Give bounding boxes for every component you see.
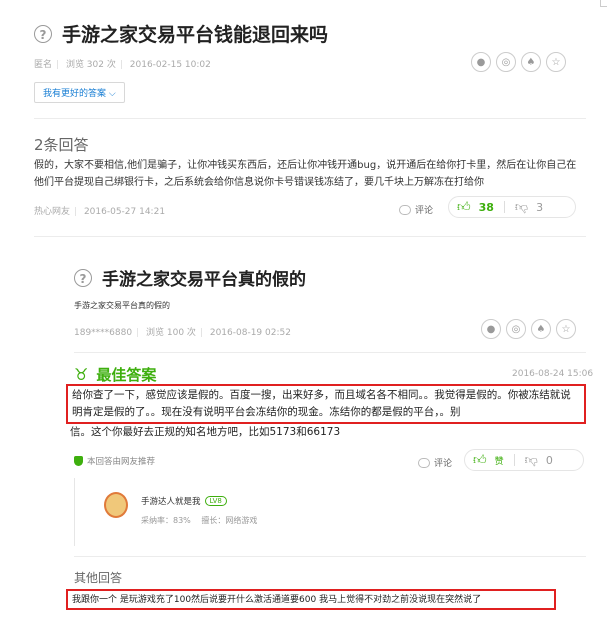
divider [74, 352, 586, 353]
answerer-rate: 采纳率：83% [141, 516, 191, 525]
answerer-card [74, 478, 587, 546]
comment-icon [418, 457, 430, 468]
share-buttons-2: ● ◎ ♠ ☆ [476, 319, 576, 339]
question2-title: 手游之家交易平台真的假的 [102, 270, 306, 290]
recommend-note: 本回答由网友推荐 [74, 455, 155, 467]
answer-date: 2016-05-27 14:21 [83, 207, 166, 217]
question-meta: 匿名 | 浏览 302 次 | 2016-02-15 10:02 [34, 60, 211, 70]
divider [34, 118, 586, 119]
answerer-stats: 采纳率：83% 擅长：网络游戏 [141, 515, 257, 526]
thumbs-up-icon[interactable]: 👍︎ [457, 200, 471, 215]
question-icon: ? [74, 268, 92, 287]
thumbs-down-icon[interactable]: 👎︎ [525, 453, 538, 468]
divider [34, 236, 586, 237]
answer-meta: 热心网友 | 2016-05-27 14:21 [34, 207, 166, 217]
answerer-name[interactable]: 手游达人就是我 [141, 495, 201, 507]
vote-box: 👍︎ 38 👎︎ 3 [448, 196, 576, 218]
wechat-share-icon[interactable]: ● [481, 319, 501, 339]
share-buttons: ● ◎ ♠ ☆ [466, 52, 566, 72]
favorite-star-icon[interactable]: ☆ [556, 319, 576, 339]
medal-icon: ♉︎ [74, 365, 89, 384]
question-views: 浏览 302 次 [65, 60, 116, 70]
other-answers-heading: 其他回答 [74, 571, 123, 585]
level-badge: LV8 [204, 496, 227, 506]
favorite-star-icon[interactable]: ☆ [546, 52, 566, 72]
question-title-row: ? 手游之家交易平台钱能退回来吗 [34, 20, 328, 47]
other-answer-text: 我跟你一个 是玩游戏充了100然后说要开什么激活通道要600 我马上觉得不对劲之… [66, 589, 556, 610]
down-count: 3 [536, 200, 544, 214]
best-answer-text-tail: 信。这个你最好去正规的知名地方吧，比如5173和66173 [70, 426, 341, 438]
comment-button[interactable]: 评论 [399, 203, 433, 216]
vote-box: 👍︎ 赞 👎︎ 0 [464, 449, 584, 471]
question-date: 2016-02-15 10:02 [129, 60, 211, 70]
comment-button[interactable]: 评论 [418, 456, 452, 469]
like-label: 赞 [494, 456, 504, 467]
answer-text: 假的，大家不要相信,他们是骗子，让你冲钱买东西后，还后让你冲钱开通bug，说开通… [34, 160, 577, 188]
answer-user: 热心网友 [34, 207, 71, 217]
question2-title-row: ? 手游之家交易平台真的假的 [74, 265, 306, 290]
qq-share-icon[interactable]: ♠ [521, 52, 541, 72]
question-icon: ? [34, 24, 52, 43]
question-user[interactable]: 匿名 [34, 60, 52, 70]
chevron-down-icon: ⌵ [108, 89, 116, 99]
question2-user[interactable]: 189****6880 [74, 328, 132, 338]
answers-count: 2条回答 [34, 136, 89, 154]
qq-share-icon[interactable]: ♠ [531, 319, 551, 339]
best-answer-heading: ♉︎ 最佳答案 [74, 365, 157, 384]
answerer-name-row: 手游达人就是我 LV8 [141, 495, 227, 507]
divider [74, 556, 586, 557]
avatar[interactable] [104, 492, 128, 518]
thumbs-up-icon[interactable]: 👍︎ [473, 453, 487, 468]
shield-check-icon [74, 456, 83, 466]
best-answer-text: 给你查了一下，感觉应该是假的。百度一搜，出来好多，而且域名各不相同。。我觉得是假… [66, 384, 586, 424]
up-count: 38 [478, 200, 494, 214]
wechat-share-icon[interactable]: ● [471, 52, 491, 72]
question2-subtitle: 手游之家交易平台真的假的 [74, 301, 170, 310]
thumbs-down-icon[interactable]: 👎︎ [515, 200, 528, 215]
question2-meta: 189****6880 | 浏览 100 次 | 2016-08-19 02:52 [74, 328, 291, 338]
question2-date: 2016-08-19 02:52 [209, 328, 291, 338]
corner-mark [600, 0, 607, 7]
answerer-field: 擅长：网络游戏 [201, 516, 258, 525]
down-count: 0 [545, 453, 553, 467]
question-title: 手游之家交易平台钱能退回来吗 [62, 24, 329, 46]
best-answer-date: 2016-08-24 15:06 [512, 369, 594, 379]
weibo-share-icon[interactable]: ◎ [496, 52, 516, 72]
weibo-share-icon[interactable]: ◎ [506, 319, 526, 339]
comment-icon [399, 204, 411, 215]
question2-views: 浏览 100 次 [146, 328, 196, 338]
better-answer-button[interactable]: 我有更好的答案 ⌵ [34, 82, 125, 103]
